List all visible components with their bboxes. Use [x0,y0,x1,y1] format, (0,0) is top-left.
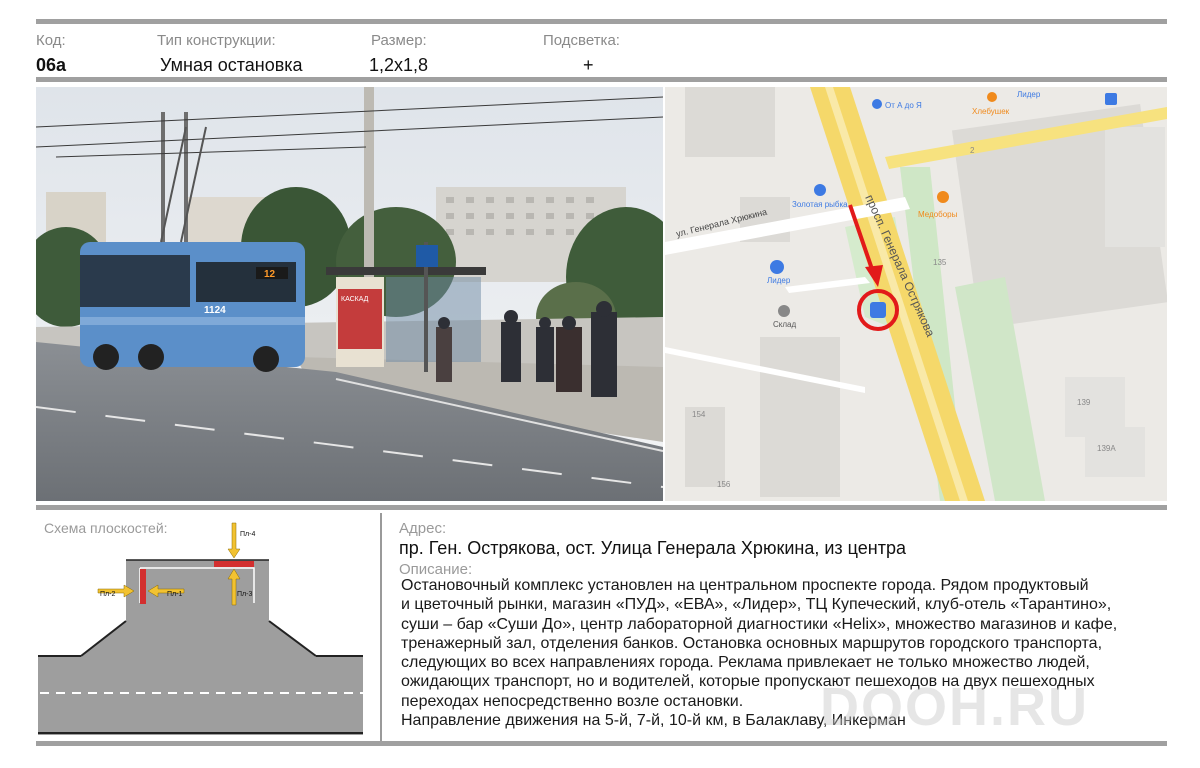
type-label: Тип конструкции: [157,32,276,49]
description-line: следующих во всех направлениях города. Р… [401,654,1090,672]
panel-pl-4 [214,561,254,567]
middle-rule [36,505,1167,510]
cart-icon [814,184,826,196]
planes-scheme: Пл-1 Пл-2 Пл-3 Пл-4 [36,513,380,741]
map-poi-4: Медоборы [918,210,958,219]
location-map[interactable]: просп. Генерала Острякова ул. Генерала Х… [665,87,1167,501]
label-pl-3: Пл-3 [237,591,252,598]
warehouse-icon [778,305,790,317]
map-house-2: 154 [692,410,706,419]
type-value: Умная остановка [160,55,303,75]
panel-pl-1 [140,569,146,604]
honey-icon [937,191,949,203]
ad-title: КАСКАД [341,296,369,303]
label-pl-4: Пл-4 [240,531,255,538]
map-house-3: 156 [717,480,731,489]
light-label: Подсветка: [543,32,620,49]
description-line: Остановочный комплекс установлен на цент… [401,577,1089,594]
address-value: пр. Ген. Острякова, ост. Улица Генерала … [399,538,906,558]
label-pl-2: Пл-2 [100,591,115,598]
arrow-pl-4 [227,522,241,559]
label-pl-1: Пл-1 [167,591,182,598]
cart-icon [770,260,784,274]
code-value: 06а [36,55,67,75]
bus-route: 12 [264,269,276,280]
map-poi-0: От А до Я [885,101,922,110]
light-value: + [583,55,594,75]
size-label: Размер: [371,32,427,49]
description-line: суши – бар «Суши До», центр лабораторной… [401,615,1118,633]
map-house-4: 139 [1077,398,1091,407]
map-bus-icon [1105,93,1117,105]
watermark: DOOH.RU [820,677,1089,737]
header-rule [36,77,1167,82]
shop-icon [872,99,882,109]
map-house-5: 139А [1097,444,1116,453]
map-poi-3: Золотая рыбка [792,200,848,209]
size-value: 1,2x1,8 [369,55,429,75]
bus-stop-icon[interactable] [870,302,886,318]
map-poi-5: Лидер [767,276,791,285]
bakery-icon [987,92,997,102]
map-house-1: 135 [933,258,947,267]
code-label: Код: [36,32,66,49]
map-poi-2: Лидер [1017,90,1041,99]
map-poi-6: Склад [773,320,796,329]
address-label: Адрес: [399,520,447,537]
description-line: тренажерный зал, отделения банков. Остан… [401,634,1103,652]
panel-divider [380,513,382,741]
bus-number: 1124 [204,305,226,316]
top-rule [36,19,1167,24]
map-house-0: 2 [970,146,975,155]
bottom-rule [36,741,1167,746]
description-line: и цветочный рынки, магазин «ПУД», «ЕВА»,… [401,596,1112,614]
location-photo: 1124 12 КАСКАД [36,87,663,501]
map-poi-1: Хлебушек [972,107,1010,116]
